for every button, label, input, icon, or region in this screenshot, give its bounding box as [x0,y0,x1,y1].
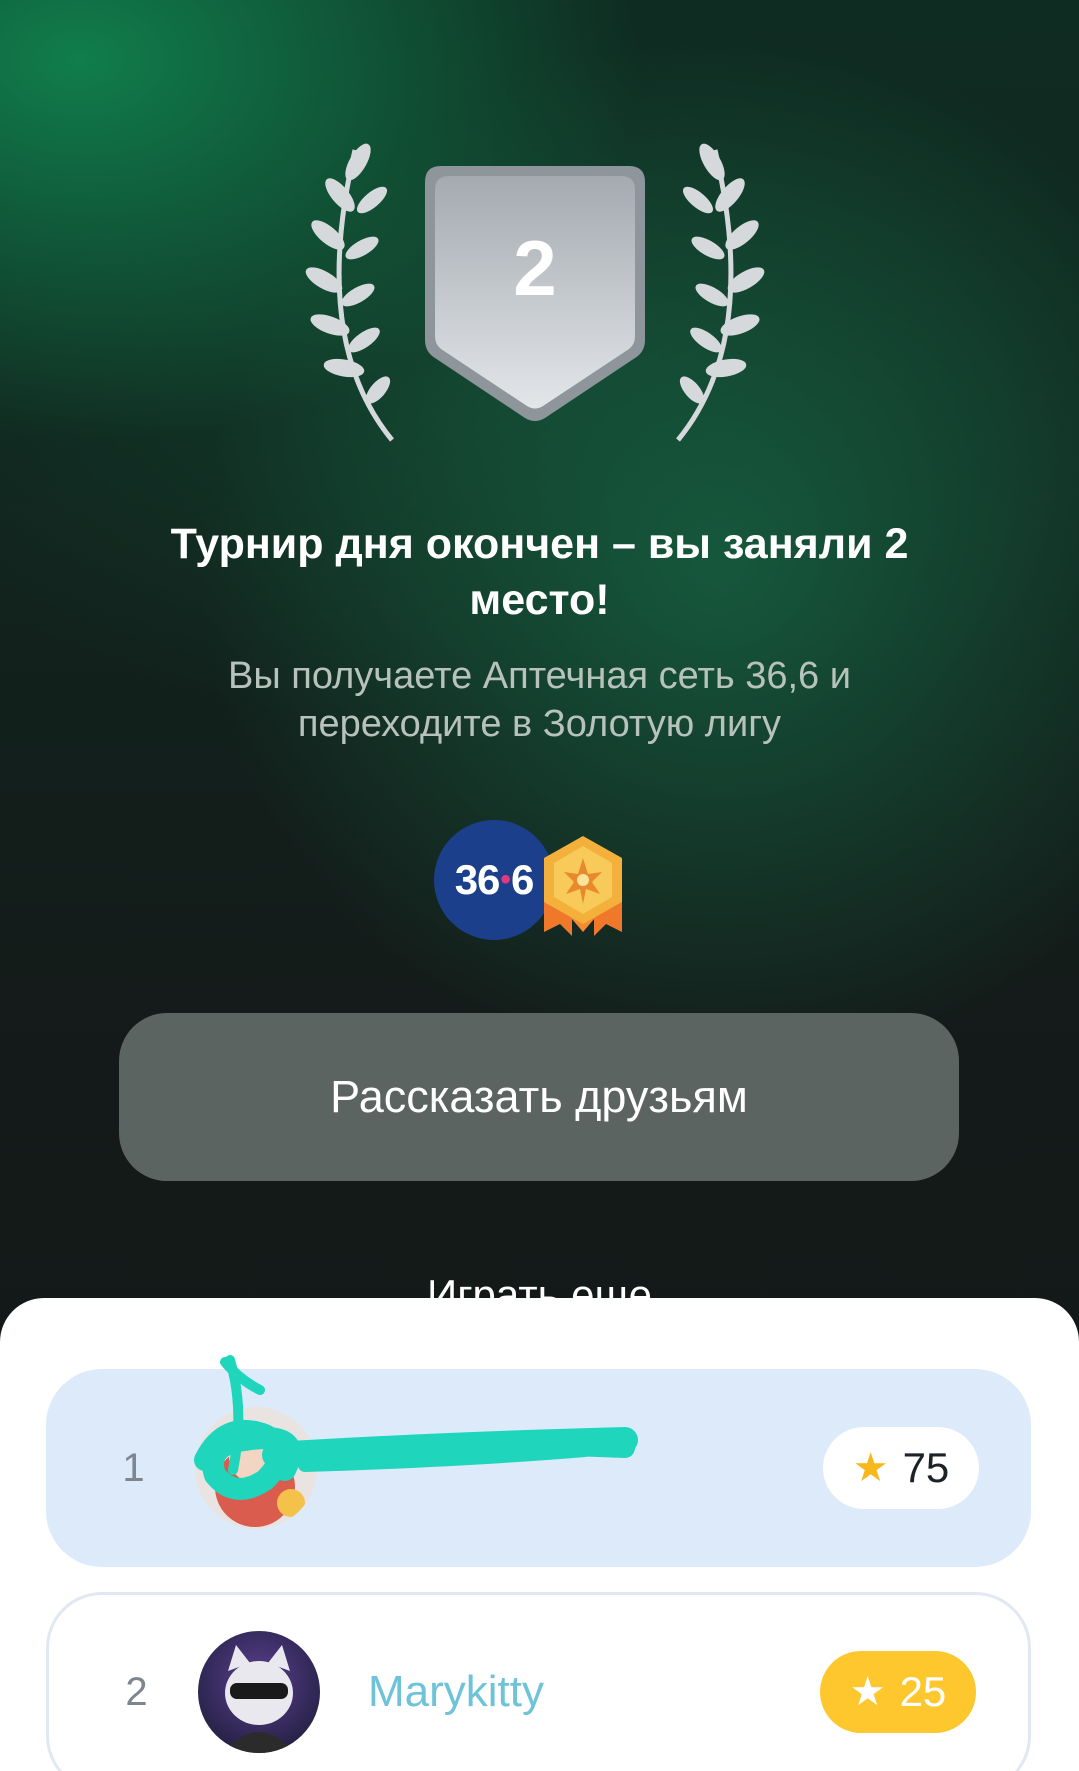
laurel-left-icon [305,143,394,442]
avatar [198,1631,320,1753]
silver-trophy-icon: 2 [305,143,765,442]
star-icon: ★ [852,1446,889,1490]
score-badge: ★ 25 [820,1651,976,1733]
score-value: 75 [902,1444,950,1491]
gold-league-badge-icon [544,836,622,936]
result-subtitle: Вы получаете Аптечная сеть 36,6 и перехо… [228,655,851,745]
result-title: Турнир дня окончен – вы заняли 2 место! [170,520,909,624]
partner-logo-right: 6 [510,856,534,903]
player-name: Marykitty [368,1667,544,1716]
partner-logo-left: 36 [454,856,501,903]
place-number: 2 [513,224,556,312]
laurel-right-icon [676,143,765,442]
leaderboard-row-2[interactable]: 2 Marykitty ★ 25 [46,1592,1031,1771]
rewards: 36 • 6 [434,820,634,940]
partner-logo-dot: • [500,863,510,896]
rank-number: 2 [125,1669,148,1714]
star-icon: ★ [849,1670,886,1714]
leaderboard-row-1[interactable]: 1 ★ 75 [46,1369,1031,1567]
score-badge: ★ 75 [823,1427,979,1509]
rank-number: 1 [122,1445,145,1490]
score-value: 25 [899,1668,947,1715]
share-with-friends-button[interactable]: Рассказать друзьям [119,1013,959,1181]
avatar [195,1407,317,1529]
